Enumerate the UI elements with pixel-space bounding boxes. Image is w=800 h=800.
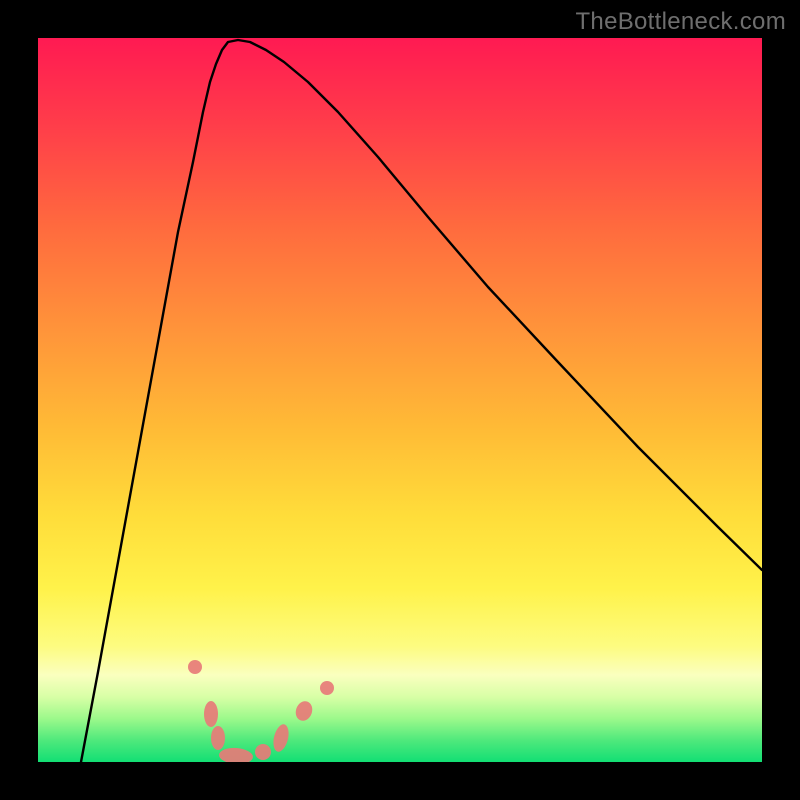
curve-marker: [293, 699, 315, 723]
curve-marker: [255, 744, 271, 760]
curve-marker: [211, 726, 225, 750]
curve-marker: [271, 723, 291, 754]
curve-marker: [204, 701, 218, 727]
curve-markers: [188, 660, 334, 762]
watermark-text: TheBottleneck.com: [575, 8, 786, 36]
plot-area: [38, 38, 762, 762]
chart-frame: TheBottleneck.com: [0, 0, 800, 800]
curve-marker: [218, 747, 253, 762]
bottleneck-curve: [81, 40, 762, 762]
curve-marker: [188, 660, 202, 674]
curve-marker: [320, 681, 334, 695]
curve-svg: [38, 38, 762, 762]
